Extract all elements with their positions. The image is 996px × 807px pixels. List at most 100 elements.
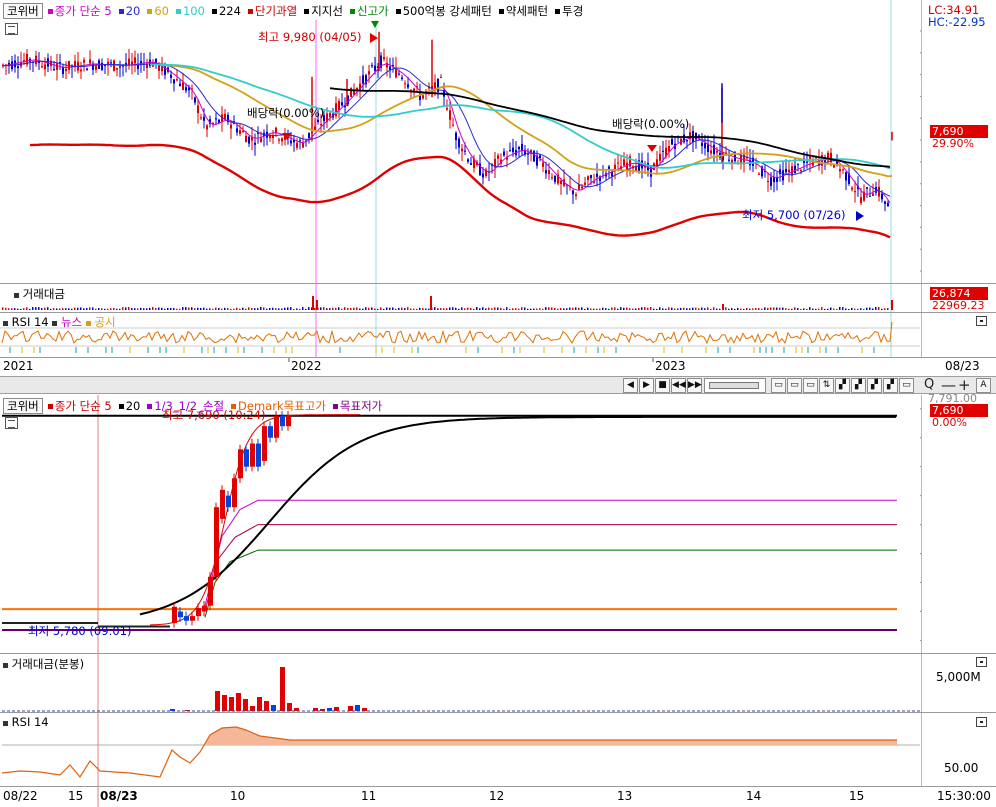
daily-chart-pane[interactable]: 코위버 종가 단순 5 20 60 100 224 단기과열 지지선 신고가 500억봉 강세패… xyxy=(0,0,996,376)
volume-bar xyxy=(707,307,709,310)
volume-bar xyxy=(845,308,847,310)
volume-bar xyxy=(92,307,94,310)
minute-rsi-close-icon[interactable] xyxy=(976,717,987,727)
candle-body xyxy=(851,187,853,190)
volume-bar xyxy=(698,308,700,310)
candle-body xyxy=(581,186,583,189)
candle-body xyxy=(178,611,183,618)
top-legend-item-9[interactable]: 약세패턴 xyxy=(498,3,548,19)
candle-body xyxy=(464,150,466,152)
candle-body xyxy=(182,82,184,90)
candle-body xyxy=(401,77,403,79)
tool-icon-6[interactable]: ▞ xyxy=(851,378,866,393)
top-legend-item-0[interactable]: 종가 단순 5 xyxy=(47,3,112,19)
volume-bar xyxy=(335,307,337,310)
legend-label: 224 xyxy=(218,4,241,18)
top-legend-item-1[interactable]: 20 xyxy=(118,3,140,19)
scrollbar-thumb[interactable] xyxy=(709,382,759,389)
candle-body xyxy=(467,159,469,162)
volume-bar xyxy=(365,307,367,310)
stop-button[interactable]: ■ xyxy=(655,378,670,393)
volume-bar xyxy=(887,308,889,310)
candle-body xyxy=(446,108,448,110)
chart-menu-icon[interactable] xyxy=(5,23,18,35)
daily-price-chart[interactable]: 10,0009,5009,0008,5008,0007,5007,0006,50… xyxy=(0,0,996,376)
candle-body xyxy=(728,159,730,161)
stock-name-minute[interactable]: 코위버 xyxy=(3,398,43,414)
volume-bar xyxy=(95,308,97,310)
volume-bar xyxy=(626,307,628,310)
high-arrow-icon xyxy=(370,33,378,43)
page-right-button[interactable]: ▶▶ xyxy=(687,378,702,393)
tool-icon-5[interactable]: ▞ xyxy=(835,378,850,393)
ma224-line xyxy=(329,87,891,168)
scroll-right-button[interactable]: ▶ xyxy=(639,378,654,393)
tool-icon-1[interactable]: ▭ xyxy=(771,378,786,393)
volume-bar xyxy=(167,307,169,310)
candle-body xyxy=(65,68,67,72)
tool-icon-3[interactable]: ▭ xyxy=(803,378,818,393)
legend-swatch xyxy=(47,403,53,409)
volume-bar xyxy=(773,307,775,310)
volume-bar xyxy=(23,308,25,310)
volume-bar xyxy=(20,308,22,310)
top-legend-item-5[interactable]: 단기과열 xyxy=(247,3,297,19)
candle-body xyxy=(196,607,201,617)
top-legend-item-10[interactable]: 투경 xyxy=(555,3,583,19)
volume-bar xyxy=(665,308,667,310)
candle-body xyxy=(383,57,385,60)
minute-chart-pane[interactable]: 코위버 종가 단순 5 20 1/3_1/2_손절 Demark목표고가 목표저가 7,… xyxy=(0,392,996,807)
volume-bar xyxy=(518,308,520,310)
volume-bar xyxy=(776,307,778,310)
bottom-legend-item-1[interactable]: 20 xyxy=(118,398,140,414)
candle-body xyxy=(797,163,799,165)
rsi-close-icon[interactable] xyxy=(976,316,987,326)
tool-icon-8[interactable]: ▞ xyxy=(883,378,898,393)
tool-icon-2[interactable]: ▭ xyxy=(787,378,802,393)
minute-menu-icon[interactable] xyxy=(5,417,18,429)
legend-label: 투경 xyxy=(562,4,584,18)
bottom-legend-item-4[interactable]: 목표저가 xyxy=(332,398,382,414)
volume-bar xyxy=(470,307,472,310)
minute-volume-bar xyxy=(236,693,241,711)
volume-bar xyxy=(578,307,580,310)
volume-bar xyxy=(170,307,172,310)
tool-icon-9[interactable]: ▭ xyxy=(899,378,914,393)
scrollbar-track[interactable] xyxy=(704,378,766,393)
stock-name[interactable]: 코위버 xyxy=(3,3,43,19)
candle-body xyxy=(539,155,541,158)
top-legend-item-4[interactable]: 224 xyxy=(211,3,241,19)
volume-bar xyxy=(524,307,526,310)
scroll-left-button[interactable]: ◀ xyxy=(623,378,638,393)
top-legend-item-2[interactable]: 60 xyxy=(147,3,169,19)
candle-body xyxy=(86,68,88,71)
candle-body xyxy=(518,147,520,150)
candle-body xyxy=(104,64,106,66)
page-left-button[interactable]: ◀◀ xyxy=(671,378,686,393)
top-legend-item-8[interactable]: 500억봉 강세패턴 xyxy=(395,3,492,19)
tool-icon-4[interactable]: ⇅ xyxy=(819,378,834,393)
volume-bar xyxy=(788,308,790,310)
candle-body xyxy=(236,128,238,133)
bottom-legend-item-3[interactable]: Demark목표고가 xyxy=(231,398,326,414)
hc-label: HC:-22.95 xyxy=(928,15,986,29)
tool-icon-7[interactable]: ▞ xyxy=(867,378,882,393)
candle-body xyxy=(113,60,115,71)
volume-bar xyxy=(38,307,40,310)
auto-scale-button[interactable]: A xyxy=(976,378,991,393)
volume-bar xyxy=(551,307,553,310)
bottom-legend-item-0[interactable]: 종가 단순 5 xyxy=(47,398,112,414)
candle-body xyxy=(617,162,619,164)
volume-bar xyxy=(614,307,616,310)
bottom-legend-item-2[interactable]: 1/3_1/2_손절 xyxy=(147,398,224,414)
candle-body xyxy=(440,76,442,78)
candle-body xyxy=(280,415,285,427)
top-legend-item-6[interactable]: 지지선 xyxy=(304,3,343,19)
minute-price-chart[interactable]: 7,7507,5007,2507,0006,7506,5006,2506,000… xyxy=(0,395,996,807)
volume-bar xyxy=(731,308,733,310)
top-legend-item-7[interactable]: 신고가 xyxy=(349,3,389,19)
volume-bar xyxy=(221,308,223,310)
top-legend-item-3[interactable]: 100 xyxy=(175,3,205,19)
minute-volume-close-icon[interactable] xyxy=(976,657,987,667)
volume-bar xyxy=(629,308,631,310)
